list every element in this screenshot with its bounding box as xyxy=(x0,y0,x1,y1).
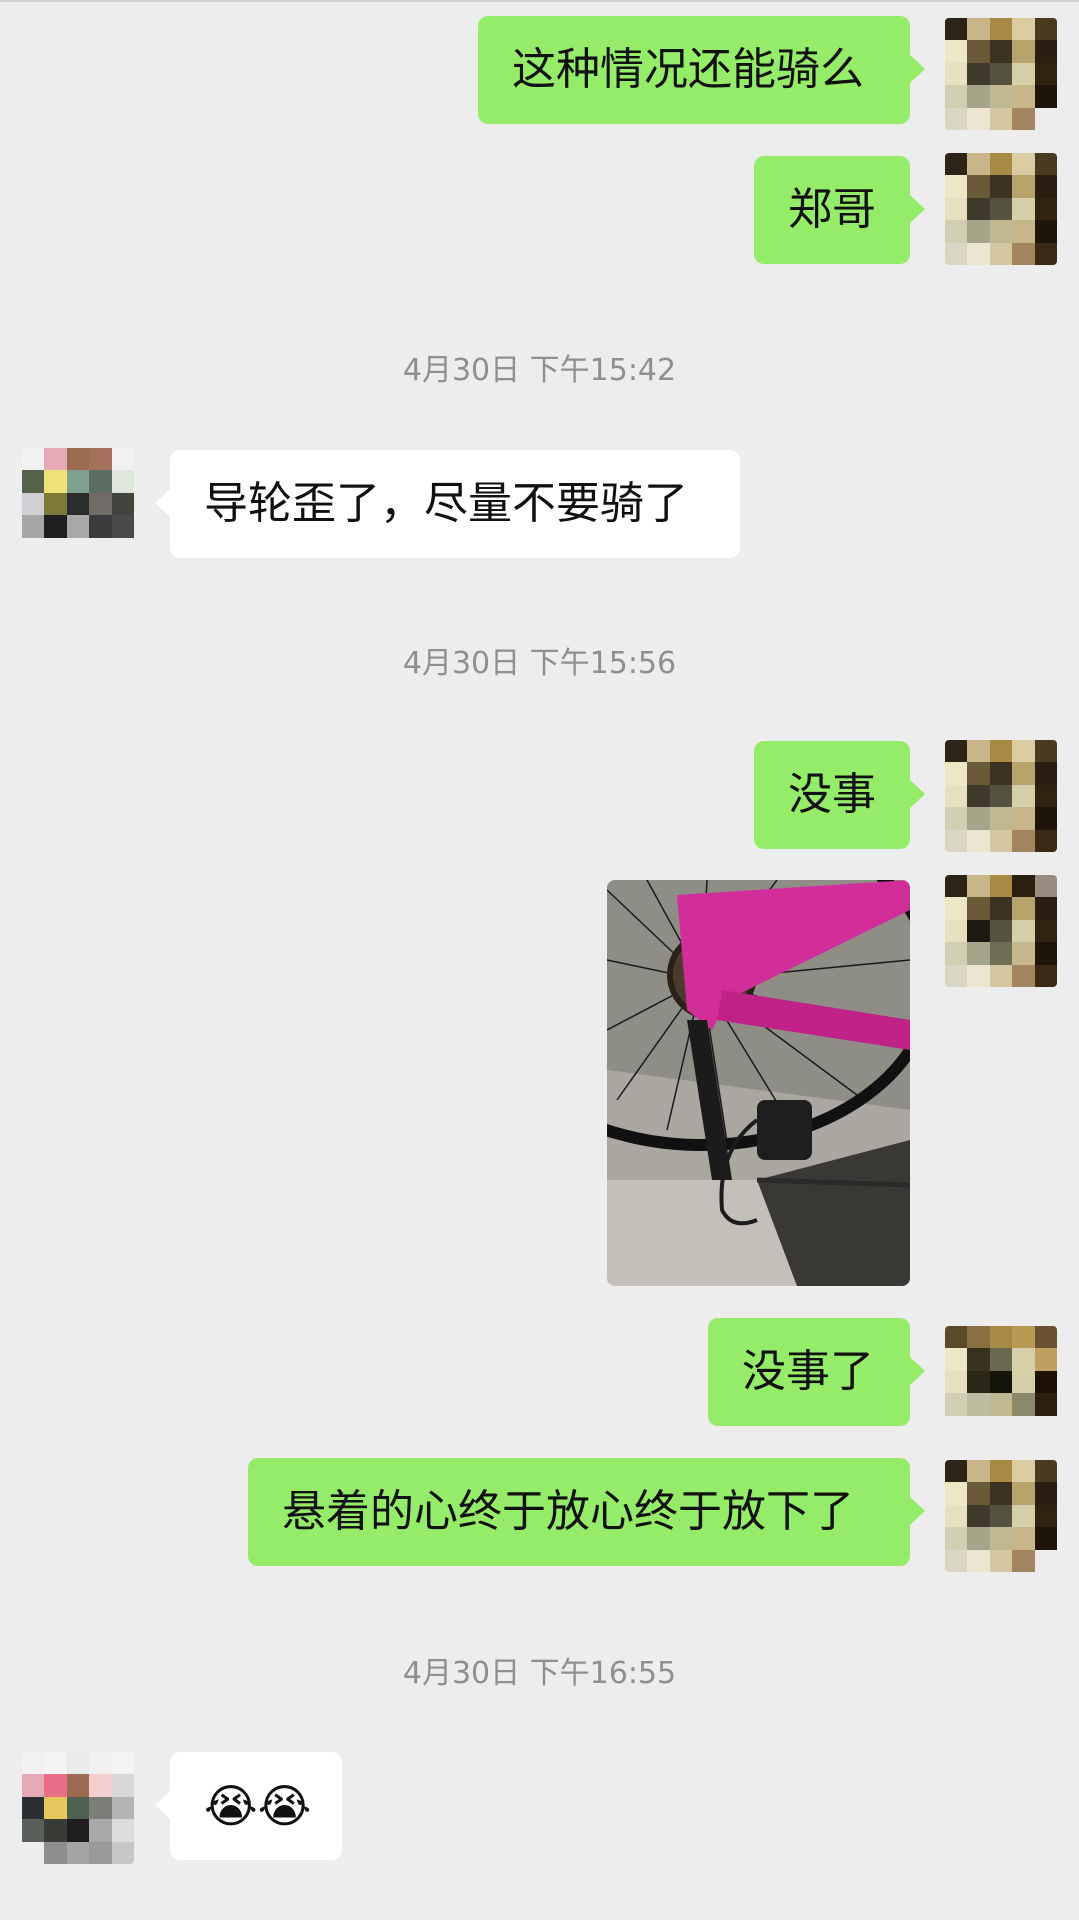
message-bubble-incoming[interactable]: 😭😭 xyxy=(155,1752,342,1860)
my-avatar[interactable] xyxy=(945,1460,1057,1572)
contact-avatar[interactable] xyxy=(22,448,134,560)
message-timestamp: 4月30日 下午16:55 xyxy=(402,1656,677,1691)
message-bubble-outgoing[interactable]: 没事了 xyxy=(708,1318,925,1426)
my-avatar[interactable] xyxy=(945,18,1057,130)
message-bubble-outgoing[interactable]: 郑哥 xyxy=(754,156,925,264)
message-timestamp: 4月30日 下午15:56 xyxy=(402,646,677,681)
message-timestamp: 4月30日 下午15:42 xyxy=(402,353,677,388)
my-avatar[interactable] xyxy=(945,875,1057,987)
bicycle-rear-wheel-photo xyxy=(607,880,910,1286)
message-bubble-outgoing[interactable]: 悬着的心终于放心终于放下了 xyxy=(248,1458,925,1566)
my-avatar[interactable] xyxy=(945,153,1057,265)
message-bubble-outgoing[interactable]: 这种情况还能骑么 xyxy=(478,16,925,124)
my-avatar[interactable] xyxy=(945,1326,1057,1438)
contact-avatar[interactable] xyxy=(22,1752,134,1864)
top-divider xyxy=(0,0,1079,2)
message-bubble-outgoing[interactable]: 没事 xyxy=(754,741,925,849)
my-avatar[interactable] xyxy=(945,740,1057,852)
image-message[interactable] xyxy=(607,880,910,1286)
message-bubble-incoming[interactable]: 导轮歪了，尽量不要骑了 xyxy=(155,450,740,558)
